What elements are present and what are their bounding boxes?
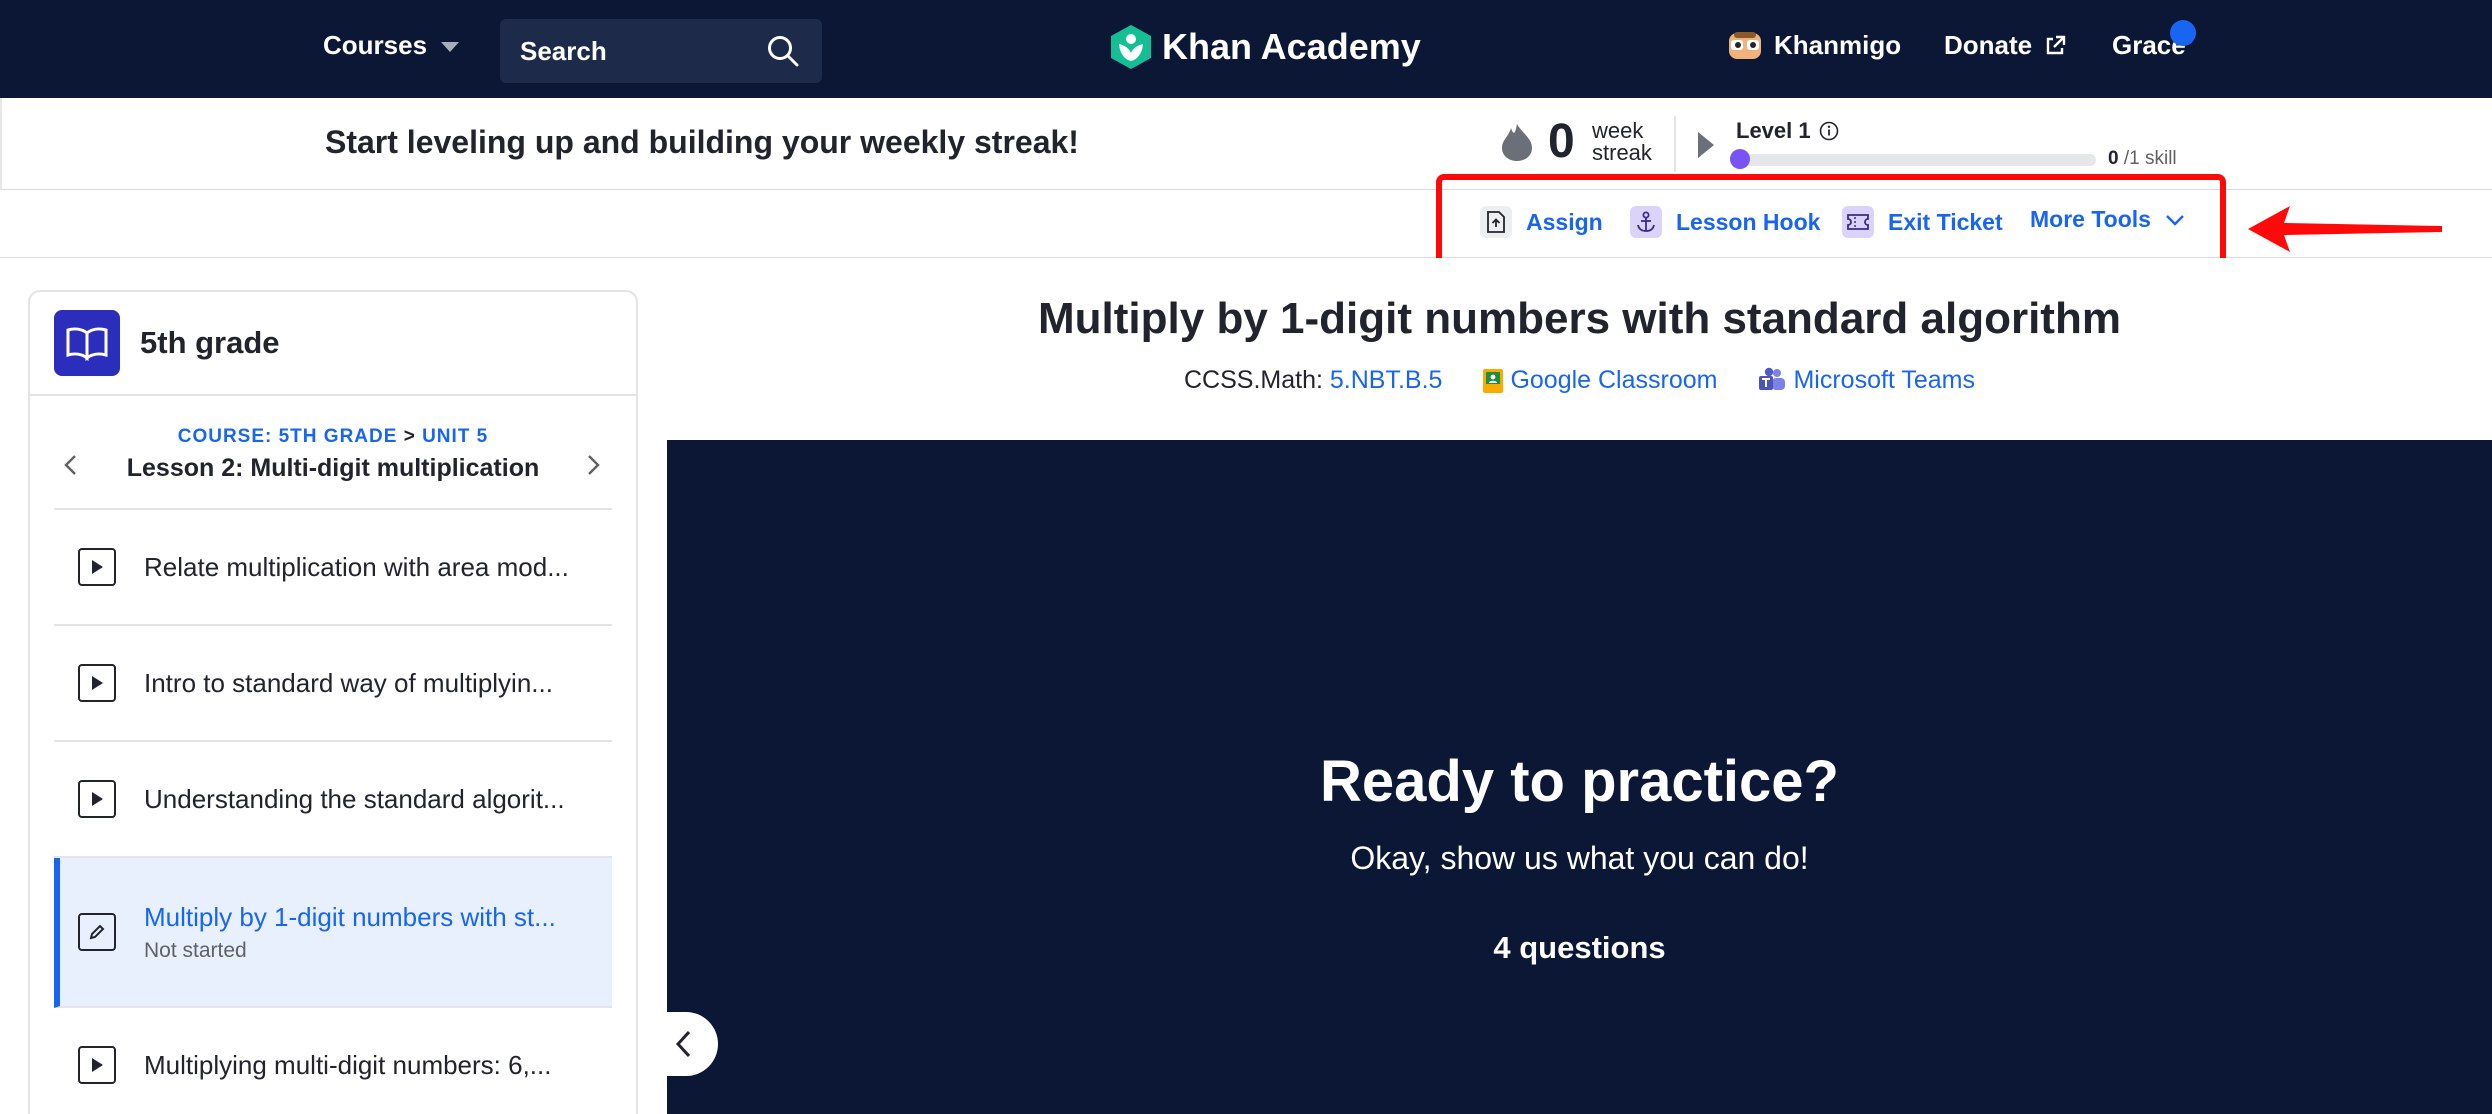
microsoft-teams-label: Microsoft Teams xyxy=(1793,366,1975,394)
level-text: Level 1 xyxy=(1736,118,1811,143)
khan-logo-icon xyxy=(1111,25,1151,69)
level-progress-bar xyxy=(1732,154,2096,166)
exercise-header: Multiply by 1-digit numbers with standar… xyxy=(667,258,2492,440)
khanmigo-icon xyxy=(1729,31,1761,59)
breadcrumb-course[interactable]: COURSE: 5TH GRADE xyxy=(178,426,398,447)
course-title: 5th grade xyxy=(140,325,280,360)
standard-link[interactable]: 5.NBT.B.5 xyxy=(1330,366,1443,394)
ready-subtitle: Okay, show us what you can do! xyxy=(1350,840,1809,876)
logo-text: Khan Academy xyxy=(1162,26,1421,67)
red-arrow-annotation xyxy=(2248,206,2442,252)
practice-panel: Ready to practice? Okay, show us what yo… xyxy=(667,440,2492,1114)
khanmigo-label: Khanmigo xyxy=(1774,30,1902,60)
khan-academy-logo[interactable]: Khan Academy xyxy=(1110,24,1421,70)
lesson-item[interactable]: Multiplying multi-digit numbers: 6,... xyxy=(54,1008,612,1114)
exercise-title: Multiply by 1-digit numbers with standar… xyxy=(1038,294,2121,343)
book-icon xyxy=(54,310,120,376)
skill-total: /1 skill xyxy=(2123,148,2177,169)
breadcrumb-separator: > xyxy=(403,426,416,447)
lesson-item-text: Multiply by 1-digit numbers with st... N… xyxy=(144,902,556,963)
courses-label: Courses xyxy=(323,30,428,60)
lesson-item-active[interactable]: Multiply by 1-digit numbers with st... N… xyxy=(54,858,612,1008)
streak-count: 0 xyxy=(1548,115,1575,168)
streak-label-week: week xyxy=(1592,118,1644,143)
lesson-item[interactable]: Understanding the standard algorit... xyxy=(54,742,612,858)
lesson-title: Lesson 2: Multi-digit multiplication xyxy=(126,454,540,482)
notification-dot[interactable] xyxy=(2170,20,2196,46)
google-classroom-link[interactable]: Google Classroom xyxy=(1482,366,1717,395)
google-classroom-icon xyxy=(1483,368,1504,393)
breadcrumb: COURSE: 5TH GRADE > UNIT 5 xyxy=(54,426,612,448)
caret-down-icon xyxy=(441,42,460,52)
lesson-nav: COURSE: 5TH GRADE > UNIT 5 Lesson 2: Mul… xyxy=(54,396,612,510)
search-input[interactable] xyxy=(520,35,760,67)
lesson-item-label: Multiplying multi-digit numbers: 6,... xyxy=(144,1049,552,1080)
lesson-item[interactable]: Intro to standard way of multiplyin... xyxy=(54,626,612,742)
lesson-item-label: Intro to standard way of multiplyin... xyxy=(144,667,553,698)
course-header[interactable]: 5th grade xyxy=(30,292,636,396)
streak-label-streak: streak xyxy=(1592,140,1652,165)
level-progress-marker xyxy=(1730,149,1750,169)
donate-label: Donate xyxy=(1944,30,2033,60)
external-link-icon xyxy=(2046,35,2066,54)
search-box[interactable] xyxy=(500,19,822,83)
collapse-sidebar-button[interactable] xyxy=(650,1012,718,1076)
pencil-icon xyxy=(78,913,116,951)
donate-link[interactable]: Donate xyxy=(1944,30,2066,61)
lesson-item-label: Understanding the standard algorit... xyxy=(144,783,565,814)
ready-title: Ready to practice? xyxy=(1320,749,1839,814)
level-label: Level 1 xyxy=(1736,118,1839,144)
microsoft-teams-link[interactable]: Microsoft Teams xyxy=(1757,366,1975,395)
chevron-left-icon xyxy=(675,1030,691,1058)
teams-icon xyxy=(1759,367,1786,390)
play-icon xyxy=(78,780,116,818)
info-icon[interactable] xyxy=(1819,121,1839,141)
lesson-sidebar: 5th grade COURSE: 5TH GRADE > UNIT 5 Les… xyxy=(28,290,638,1114)
play-icon xyxy=(78,664,116,702)
flame-icon xyxy=(1502,124,1532,161)
level-play-icon[interactable] xyxy=(1698,132,1714,158)
streak-message: Start leveling up and building your week… xyxy=(325,124,1079,160)
top-nav: Courses Khan Academy Khanmigo Donate xyxy=(0,0,2492,98)
courses-menu[interactable]: Courses xyxy=(323,30,460,61)
divider xyxy=(1674,116,1676,172)
lesson-item[interactable]: Relate multiplication with area mod... xyxy=(54,510,612,626)
khanmigo-link[interactable]: Khanmigo xyxy=(1728,30,1901,61)
breadcrumb-unit[interactable]: UNIT 5 xyxy=(422,426,488,447)
search-icon[interactable] xyxy=(766,34,800,68)
lesson-item-label: Multiply by 1-digit numbers with st... xyxy=(144,901,556,932)
standard-prefix: CCSS.Math: xyxy=(1183,366,1323,394)
skill-count: 0 /1 skill xyxy=(2108,148,2177,170)
skill-done: 0 xyxy=(2108,148,2119,169)
play-icon xyxy=(78,1046,116,1084)
exercise-meta: CCSS.Math: 5.NBT.B.5 Google Classroom Mi… xyxy=(667,366,2492,395)
play-icon xyxy=(78,548,116,586)
chevron-right-icon[interactable] xyxy=(582,452,604,478)
lesson-item-label: Relate multiplication with area mod... xyxy=(144,551,569,582)
lesson-item-status: Not started xyxy=(144,938,247,962)
google-classroom-label: Google Classroom xyxy=(1510,366,1718,394)
standard-label: CCSS.Math: 5.NBT.B.5 xyxy=(1184,366,1442,395)
question-count: 4 questions xyxy=(1493,930,1666,965)
streak-label: week streak xyxy=(1592,120,1652,164)
